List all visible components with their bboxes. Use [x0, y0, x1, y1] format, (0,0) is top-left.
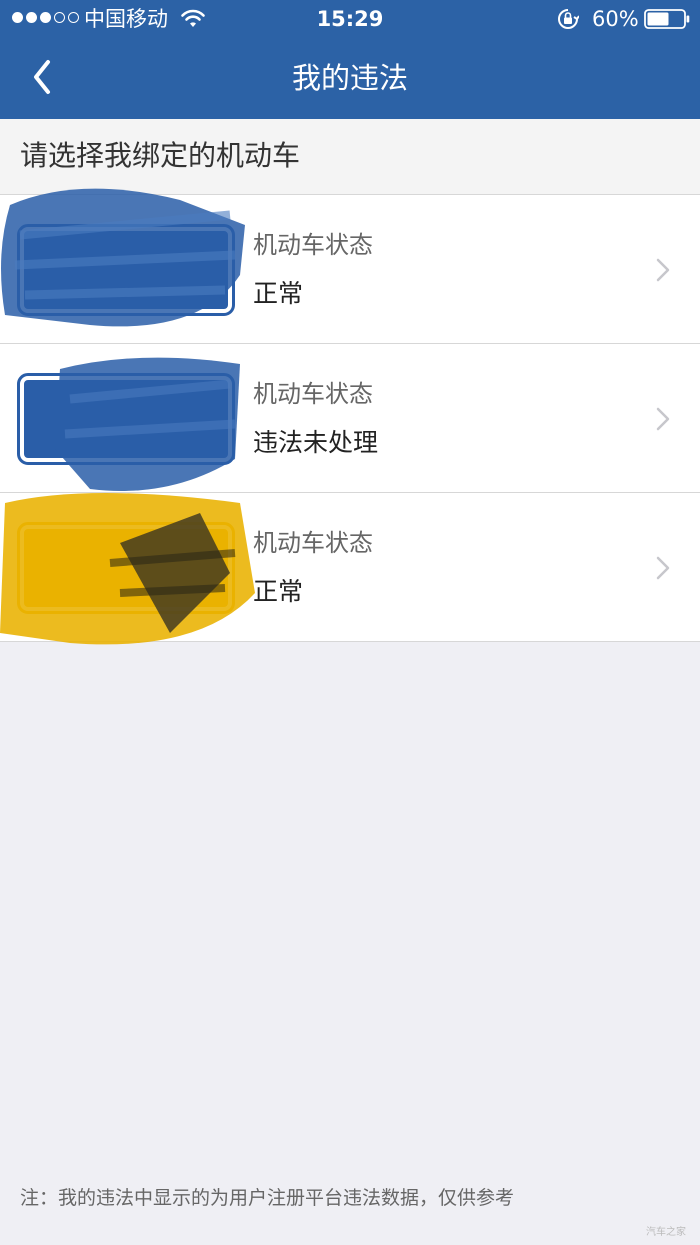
license-plate [17, 224, 235, 316]
license-plate [17, 373, 235, 465]
chevron-right-icon [656, 556, 670, 580]
watermark: 汽车之家 [646, 1227, 686, 1238]
navigation-bar: 我的违法 [0, 38, 700, 119]
chevron-right-icon [656, 258, 670, 282]
vehicle-row-2[interactable]: 机动车状态 违法未处理 [0, 344, 700, 493]
license-plate [17, 522, 235, 614]
vehicle-status-value: 正常 [253, 577, 304, 606]
top-bar: 中国移动 15:29 60% 我的违法 [0, 0, 700, 119]
chevron-right-icon [656, 407, 670, 431]
vehicle-status-value: 正常 [253, 279, 304, 308]
vehicle-status-value: 违法未处理 [253, 428, 379, 457]
status-bar: 中国移动 15:29 60% [0, 0, 700, 38]
rotation-lock-icon [558, 9, 579, 29]
vehicle-row-1[interactable]: 机动车状态 正常 [0, 188, 700, 344]
page-title: 我的违法 [291, 61, 408, 95]
vehicle-row-3[interactable]: 机动车状态 正常 [0, 493, 700, 645]
vehicle-status-label: 机动车状态 [253, 529, 373, 557]
vehicle-list: 机动车状态 正常 机动车状态 违法未处理 机动车状态 正常 [0, 188, 700, 645]
screen: 中国移动 15:29 60% 我的违法 请选择我绑定的机动车 机动车状态 正常 … [0, 0, 700, 1245]
vehicle-status-label: 机动车状态 [253, 380, 373, 408]
vehicle-status-label: 机动车状态 [253, 231, 373, 259]
section-header: 请选择我绑定的机动车 [0, 119, 700, 194]
battery-icon [644, 9, 690, 29]
battery-percentage: 60% [592, 7, 639, 31]
footnote: 注：我的违法中显示的为用户注册平台违法数据，仅供参考 [20, 1187, 515, 1209]
section-title: 请选择我绑定的机动车 [20, 139, 301, 172]
